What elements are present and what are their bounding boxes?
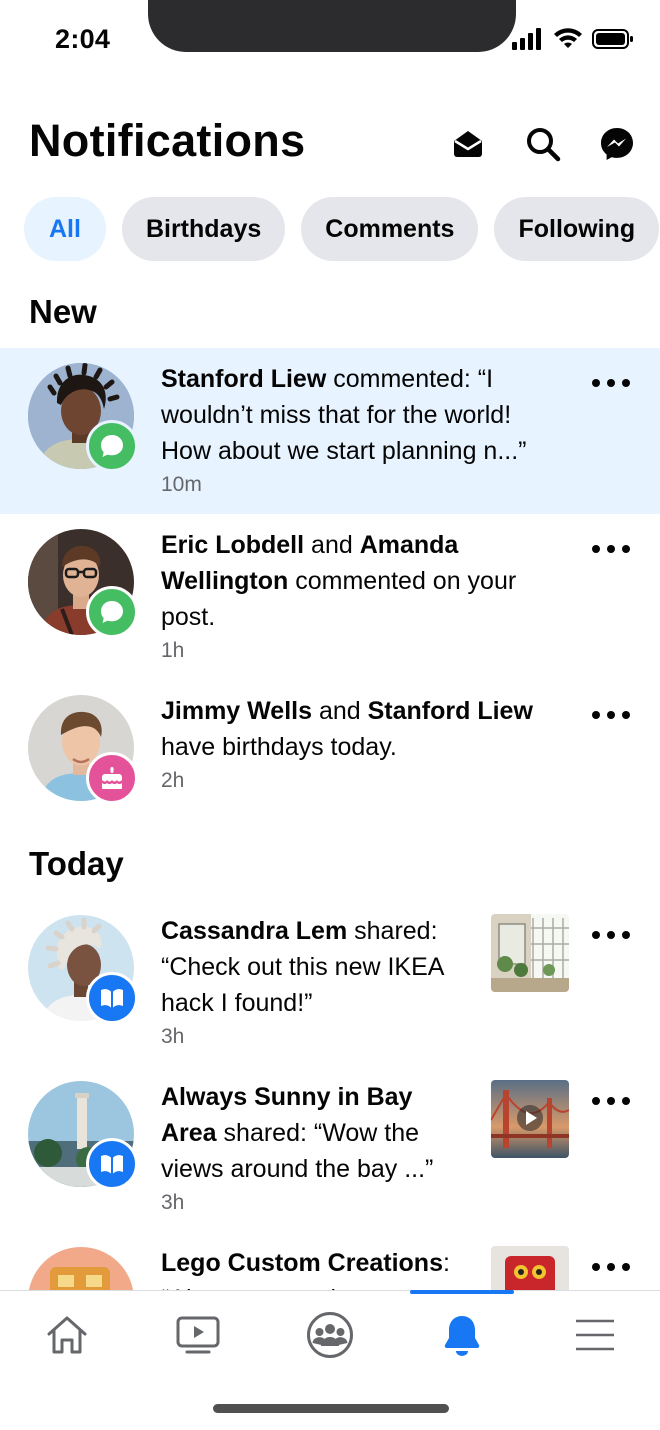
notification-item[interactable]: Always Sunny in Bay Area shared: “Wow th… [0,1066,660,1232]
shared-page-icon [101,989,123,1008]
menu-icon [576,1319,614,1351]
search-icon [527,128,561,162]
greenhouse-photo-thumbnail[interactable] [491,914,569,992]
more-options-button[interactable] [592,543,630,555]
cellular-signal-icon [512,28,541,50]
nav-menu[interactable] [555,1305,635,1365]
watch-icon [176,1316,220,1354]
birthday-badge [86,752,138,804]
comment-icon [101,435,123,457]
notification-text-line: commented on your [288,567,517,595]
birthday-cake-icon [102,767,122,789]
notification-actor: Eric Lobdell [161,531,305,559]
notification-text: Stanford Liew commented: “I wouldn’t mis… [161,361,526,469]
notification-text-line: have birthdays today. [161,733,397,761]
notification-text-line: : [442,1249,450,1277]
notification-actor: Stanford Liew [161,365,327,393]
nav-watch[interactable] [158,1305,238,1365]
comment-badge [86,420,138,472]
status-icons [512,28,634,50]
notification-text-line: shared: [347,917,438,945]
filter-chip-following[interactable]: Following [494,197,660,261]
device-notch [148,0,516,52]
notification-text-line: How about we start planning n...” [161,437,527,465]
wifi-icon [554,28,582,48]
more-options-button[interactable] [592,709,630,721]
comment-icon [101,601,123,623]
notification-text: Eric Lobdell and Amanda Wellington comme… [161,527,516,635]
groups-icon [307,1312,353,1358]
notifications-bell-icon [444,1316,480,1356]
status-bar: 2:04 [0,0,660,80]
lego-robot-photo-thumbnail[interactable] [491,1246,569,1290]
notification-text-line: shared: “Wow the [216,1119,419,1147]
notification-actor: Lego Custom Creations [161,1249,443,1277]
notification-text-line: “Check out this new IKEA [161,953,445,981]
notification-time: 1h [161,639,185,662]
filter-chips: All Birthdays Comments Following [24,197,660,261]
more-options-button[interactable] [592,929,630,941]
page-title: Notifications [29,115,306,166]
notification-text-line: wouldn’t miss that for the world! [161,401,512,429]
nav-groups[interactable] [290,1305,370,1365]
notification-text: Lego Custom Creations: “Always wanted to… [161,1245,450,1290]
notification-time: 2h [161,769,185,792]
nav-notifications[interactable] [422,1305,502,1365]
golden-gate-video-thumbnail[interactable] [491,1080,569,1158]
filter-chip-comments[interactable]: Comments [301,197,479,261]
nav-home[interactable] [27,1305,107,1365]
notification-item[interactable]: Cassandra Lem shared: “Check out this ne… [0,900,660,1066]
notification-text-line: hack I found!” [161,989,313,1017]
notification-time: 3h [161,1191,185,1214]
search-button[interactable] [521,122,565,166]
status-time: 2:04 [55,24,111,54]
home-icon [47,1316,87,1354]
shared-page-icon [101,1155,123,1174]
more-options-button[interactable] [592,1095,630,1107]
messenger-button[interactable] [595,122,639,166]
section-title-new: New [29,293,97,330]
mark-read-button[interactable] [446,122,490,166]
active-tab-indicator [410,1290,514,1294]
notification-item[interactable]: Jimmy Wells and Stanford Liew have birth… [0,680,660,820]
notification-actor: Wellington [161,567,289,595]
more-options-button[interactable] [592,1261,630,1273]
notification-item[interactable]: Stanford Liew commented: “I wouldn’t mis… [0,348,660,514]
avatar [28,1247,134,1290]
notification-actor: Jimmy Wells [161,697,313,725]
notification-item[interactable]: Lego Custom Creations: “Always wanted to… [0,1232,660,1290]
more-options-button[interactable] [592,377,630,389]
notification-text: Always Sunny in Bay Area shared: “Wow th… [161,1079,433,1187]
filter-chip-all[interactable]: All [24,197,106,261]
shared-badge [86,1138,138,1190]
notification-actor: Cassandra Lem [161,917,348,945]
home-indicator[interactable] [213,1404,449,1413]
notification-actor: Area [161,1119,217,1147]
notification-text-line: and [312,697,368,725]
messenger-icon [601,128,633,160]
shared-badge [86,972,138,1024]
section-title-today: Today [29,845,124,882]
notification-text: Jimmy Wells and Stanford Liew have birth… [161,693,533,765]
battery-icon [592,29,633,49]
notification-time: 3h [161,1025,185,1048]
notification-time: 10m [161,473,202,496]
filter-chip-birthdays[interactable]: Birthdays [121,197,286,261]
notification-actor: Always Sunny in Bay [161,1083,413,1111]
notification-actor: Amanda [359,531,459,559]
notification-actor: Stanford Liew [367,697,533,725]
notification-text: Cassandra Lem shared: “Check out this ne… [161,913,444,1021]
notification-text-line: post. [161,603,216,631]
comment-badge [86,586,138,638]
mark-read-icon [454,131,482,157]
notification-item[interactable]: Eric Lobdell and Amanda Wellington comme… [0,514,660,680]
notification-text-line: commented: “I [326,365,494,393]
notification-text-line: “Always wanted to ... [161,1281,450,1290]
notification-text-line: views around the bay ...” [161,1155,434,1183]
notification-text-line: and [304,531,360,559]
